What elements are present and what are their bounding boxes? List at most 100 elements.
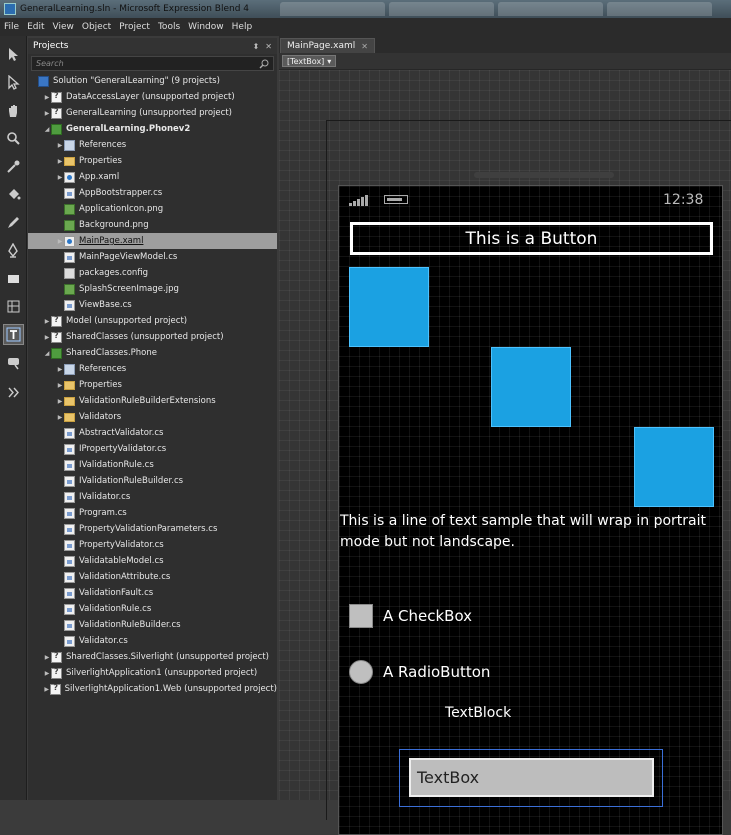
phone-radiobutton[interactable]: A RadioButton (349, 660, 490, 684)
tree-item[interactable]: ▶ Properties (28, 377, 277, 393)
radio-circle[interactable] (349, 660, 373, 684)
close-tab-icon[interactable]: ✕ (361, 42, 368, 51)
tree-item[interactable]: IValidator.cs (28, 489, 277, 505)
menu-edit[interactable]: Edit (23, 22, 48, 32)
phone-checkbox[interactable]: A CheckBox (349, 604, 472, 628)
phone-button[interactable]: This is a Button (350, 222, 713, 255)
phone-textbox[interactable]: TextBox (409, 758, 654, 797)
expand-arrow-icon[interactable]: ▶ (56, 158, 64, 165)
expand-icon[interactable] (3, 382, 24, 403)
expand-arrow-icon[interactable]: ▶ (56, 366, 64, 373)
tree-item[interactable]: ValidationFault.cs (28, 585, 277, 601)
expand-arrow-icon[interactable]: ▶ (56, 174, 64, 181)
menu-help[interactable]: Help (228, 22, 257, 32)
expand-arrow-icon[interactable]: ▶ (56, 238, 64, 245)
breadcrumb[interactable]: [TextBox] ▾ (282, 55, 337, 67)
tree-item[interactable]: IPropertyValidator.cs (28, 441, 277, 457)
wrapping-textblock[interactable]: This is a line of text sample that will … (340, 511, 720, 553)
direct-select-icon[interactable] (3, 72, 24, 93)
tree-item[interactable]: ▶ SilverlightApplication1.Web (unsupporte… (28, 681, 277, 697)
tree-item[interactable]: IValidationRuleBuilder.cs (28, 473, 277, 489)
tree-item-label: PropertyValidationParameters.cs (79, 524, 218, 534)
expand-arrow-icon[interactable]: ▶ (43, 654, 51, 661)
menu-file[interactable]: File (0, 22, 23, 32)
tree-item[interactable]: SplashScreenImage.jpg (28, 281, 277, 297)
tree-item[interactable]: ▶ SilverlightApplication1 (unsupported pr… (28, 665, 277, 681)
menu-project[interactable]: Project (115, 22, 154, 32)
tree-item[interactable]: ▶ References (28, 361, 277, 377)
search-icon[interactable] (259, 59, 269, 69)
zoom-icon[interactable] (3, 128, 24, 149)
tree-item[interactable]: Background.png (28, 217, 277, 233)
tree-item[interactable]: ▶ MainPage.xaml (28, 233, 277, 249)
tree-item[interactable]: ▶ App.xaml (28, 169, 277, 185)
expand-arrow-icon[interactable]: ▶ (43, 318, 51, 325)
collapse-arrow-icon[interactable]: ◢ (43, 126, 51, 133)
tree-item[interactable]: Validator.cs (28, 633, 277, 649)
blue-rectangle[interactable] (634, 427, 714, 507)
pen-icon[interactable] (3, 240, 24, 261)
expand-arrow-icon[interactable]: ▶ (56, 414, 64, 421)
tree-item[interactable]: MainPageViewModel.cs (28, 249, 277, 265)
tree-item[interactable]: ViewBase.cs (28, 297, 277, 313)
config-file-icon (64, 267, 75, 279)
tree-item[interactable]: ▶ Model (unsupported project) (28, 313, 277, 329)
tree-item[interactable]: AbstractValidator.cs (28, 425, 277, 441)
expand-arrow-icon[interactable]: ▶ (43, 334, 51, 341)
expand-arrow-icon[interactable]: ▶ (43, 686, 50, 693)
pin-icon[interactable]: ⬍ (253, 42, 260, 51)
expand-arrow-icon[interactable]: ▶ (43, 110, 51, 117)
phone-screen[interactable]: 12:38 This is a Button This is a line of… (338, 185, 723, 835)
expand-arrow-icon[interactable]: ▶ (56, 142, 64, 149)
tree-item[interactable]: ▶ ValidationRuleBuilderExtensions (28, 393, 277, 409)
expand-arrow-icon[interactable]: ▶ (56, 398, 64, 405)
checkbox-box[interactable] (349, 604, 373, 628)
tree-item[interactable]: PropertyValidationParameters.cs (28, 521, 277, 537)
tree-item[interactable]: ▶ References (28, 137, 277, 153)
tree-item[interactable]: ApplicationIcon.png (28, 201, 277, 217)
tree-item[interactable]: ◢ GeneralLearning.Phonev2 (28, 121, 277, 137)
tree-item[interactable]: Program.cs (28, 505, 277, 521)
selection-arrow-icon[interactable] (3, 44, 24, 65)
tree-item[interactable]: ValidationRuleBuilder.cs (28, 617, 277, 633)
expand-arrow-icon[interactable]: ▶ (56, 382, 64, 389)
tree-item[interactable]: PropertyValidator.cs (28, 537, 277, 553)
tree-item[interactable]: ▶ Validators (28, 409, 277, 425)
rectangle-icon[interactable] (3, 268, 24, 289)
tree-item[interactable]: ValidationRule.cs (28, 601, 277, 617)
projects-search-input[interactable]: Search (31, 56, 274, 71)
tree-item-label: Background.png (79, 220, 149, 230)
expand-arrow-icon[interactable]: ▶ (43, 94, 51, 101)
tree-item[interactable]: ValidationAttribute.cs (28, 569, 277, 585)
menu-tools[interactable]: Tools (154, 22, 184, 32)
tree-item[interactable]: AppBootstrapper.cs (28, 185, 277, 201)
tree-item[interactable]: ▶ SharedClasses (unsupported project) (28, 329, 277, 345)
text-icon[interactable] (3, 324, 24, 345)
menu-view[interactable]: View (49, 22, 78, 32)
artboard[interactable]: 12:38 This is a Button This is a line of… (279, 70, 731, 835)
eyedropper-icon[interactable] (3, 156, 24, 177)
tree-item[interactable]: IValidationRule.cs (28, 457, 277, 473)
asset-tools-icon[interactable] (3, 352, 24, 373)
menu-object[interactable]: Object (78, 22, 115, 32)
blue-rectangle[interactable] (491, 347, 571, 427)
menu-window[interactable]: Window (184, 22, 228, 32)
paint-bucket-icon[interactable] (3, 184, 24, 205)
pan-hand-icon[interactable] (3, 100, 24, 121)
tree-item[interactable]: Solution "GeneralLearning" (9 projects) (28, 73, 277, 89)
expand-arrow-icon[interactable]: ▶ (43, 670, 51, 677)
tree-item[interactable]: ValidatableModel.cs (28, 553, 277, 569)
collapse-arrow-icon[interactable]: ◢ (43, 350, 51, 357)
blue-rectangle[interactable] (349, 267, 429, 347)
brush-icon[interactable] (3, 212, 24, 233)
tree-item[interactable]: ▶ DataAccessLayer (unsupported project) (28, 89, 277, 105)
tree-item[interactable]: ◢ SharedClasses.Phone (28, 345, 277, 361)
tree-item[interactable]: packages.config (28, 265, 277, 281)
phone-textblock[interactable]: TextBlock (445, 705, 511, 721)
tree-item[interactable]: ▶ SharedClasses.Silverlight (unsupported … (28, 649, 277, 665)
tree-item[interactable]: ▶ GeneralLearning (unsupported project) (28, 105, 277, 121)
close-panel-icon[interactable]: ✕ (265, 42, 272, 51)
tab-mainpage-xaml[interactable]: MainPage.xaml ✕ (280, 38, 375, 53)
grid-icon[interactable] (3, 296, 24, 317)
tree-item[interactable]: ▶ Properties (28, 153, 277, 169)
